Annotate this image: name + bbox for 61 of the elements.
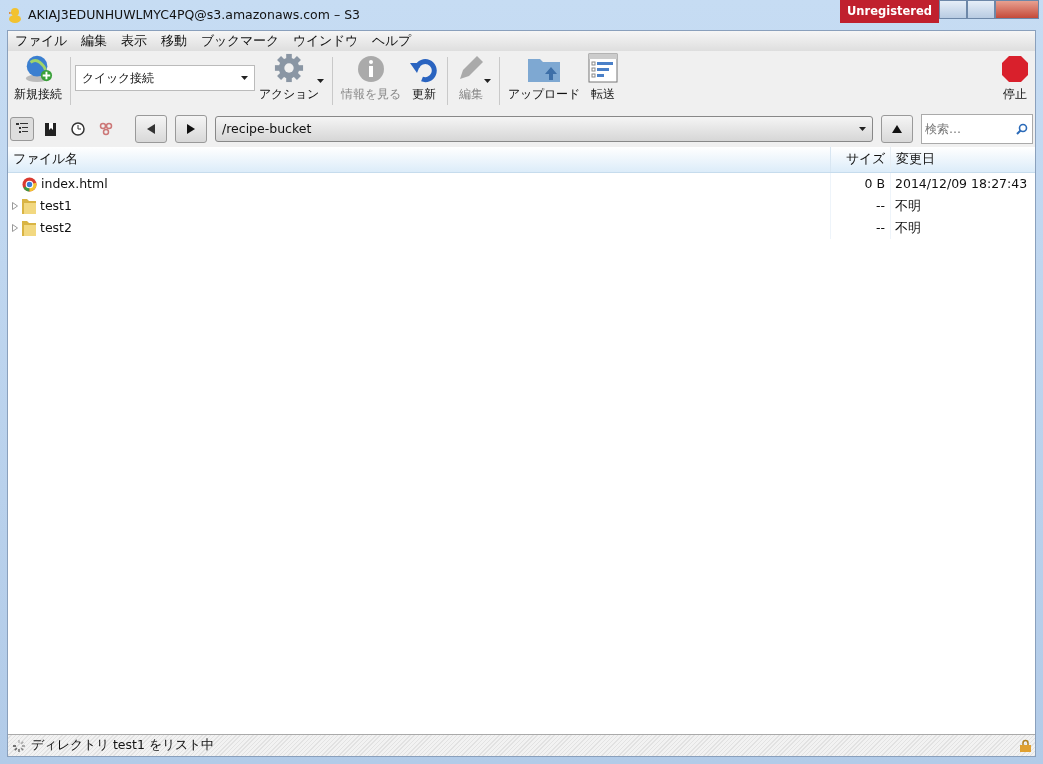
stop-icon bbox=[1001, 55, 1029, 83]
action-button[interactable]: アクション bbox=[255, 53, 323, 109]
info-icon bbox=[357, 55, 385, 83]
new-connection-button[interactable]: 新規接続 bbox=[10, 53, 66, 109]
caret-icon bbox=[859, 127, 866, 131]
modified-cell-text: 2014/12/09 18:27:43 bbox=[895, 174, 1028, 193]
transfer-list-icon bbox=[588, 53, 618, 83]
menu-item[interactable]: 編集 bbox=[74, 31, 114, 51]
minimize-button[interactable] bbox=[939, 0, 967, 19]
caret-icon bbox=[317, 79, 324, 83]
menu-item[interactable]: 移動 bbox=[154, 31, 194, 51]
left-arrow-icon bbox=[147, 124, 155, 134]
size-cell-text: 0 B bbox=[864, 174, 885, 193]
caret-icon bbox=[484, 79, 491, 83]
forward-button[interactable] bbox=[175, 115, 207, 143]
status-text: ディレクトリ test1 をリスト中 bbox=[31, 736, 214, 755]
upload-button[interactable]: アップロード bbox=[504, 53, 584, 109]
expand-arrow-icon[interactable] bbox=[12, 202, 18, 210]
file-name[interactable]: index.html bbox=[41, 174, 108, 194]
search-icon bbox=[1016, 123, 1028, 135]
menu-item[interactable]: ファイル bbox=[8, 31, 74, 51]
menu-item[interactable]: ブックマーク bbox=[194, 31, 286, 51]
gear-icon bbox=[273, 53, 305, 83]
column-header[interactable]: ファイル名 bbox=[8, 147, 830, 172]
up-arrow-icon bbox=[892, 125, 902, 133]
folder-name[interactable]: test2 bbox=[40, 218, 72, 238]
search-field[interactable]: 検索… bbox=[921, 114, 1033, 144]
stop-button[interactable]: 停止 bbox=[997, 53, 1033, 109]
expand-arrow-icon[interactable] bbox=[12, 224, 18, 232]
menu-item[interactable]: 表示 bbox=[114, 31, 154, 51]
transfers-button[interactable]: 転送 bbox=[584, 53, 622, 109]
lock-icon bbox=[1020, 739, 1031, 752]
folder-name[interactable]: test1 bbox=[40, 196, 72, 216]
view-toggle[interactable] bbox=[10, 117, 34, 141]
size-cell-text: -- bbox=[875, 218, 885, 237]
bookmark-icon bbox=[44, 122, 56, 136]
unregistered-badge: Unregistered bbox=[840, 0, 939, 24]
menu-item[interactable]: ヘルプ bbox=[365, 31, 418, 51]
menu-item[interactable]: ウインドウ bbox=[286, 31, 365, 51]
parent-folder-button[interactable] bbox=[881, 115, 913, 143]
path-combo[interactable]: /recipe-bucket bbox=[215, 116, 873, 142]
back-button[interactable] bbox=[135, 115, 167, 143]
caret-icon bbox=[241, 76, 248, 80]
quick-connect-combo[interactable]: クイック接続 bbox=[75, 65, 255, 91]
folder-icon bbox=[22, 198, 36, 214]
maximize-button[interactable] bbox=[967, 0, 995, 19]
network-icon bbox=[99, 122, 113, 136]
size-cell-text: -- bbox=[875, 196, 885, 215]
window-title: AKIAJ3EDUNHUWLMYC4PQ@s3.amazonaws.com – S3 bbox=[28, 6, 361, 24]
modified-cell-text: 不明 bbox=[895, 218, 921, 237]
browser-file-icon bbox=[22, 176, 37, 192]
refresh-button[interactable]: 更新 bbox=[405, 53, 443, 109]
column-header[interactable]: 変更日 bbox=[890, 147, 1035, 172]
spinner-icon bbox=[12, 738, 26, 753]
right-arrow-icon bbox=[187, 124, 195, 134]
duck-icon bbox=[8, 7, 22, 23]
folder-icon bbox=[22, 220, 36, 236]
clock-icon bbox=[71, 122, 85, 136]
modified-cell-text: 不明 bbox=[895, 196, 921, 215]
column-header[interactable]: サイズ bbox=[830, 147, 890, 172]
tree-view-icon bbox=[16, 123, 28, 135]
